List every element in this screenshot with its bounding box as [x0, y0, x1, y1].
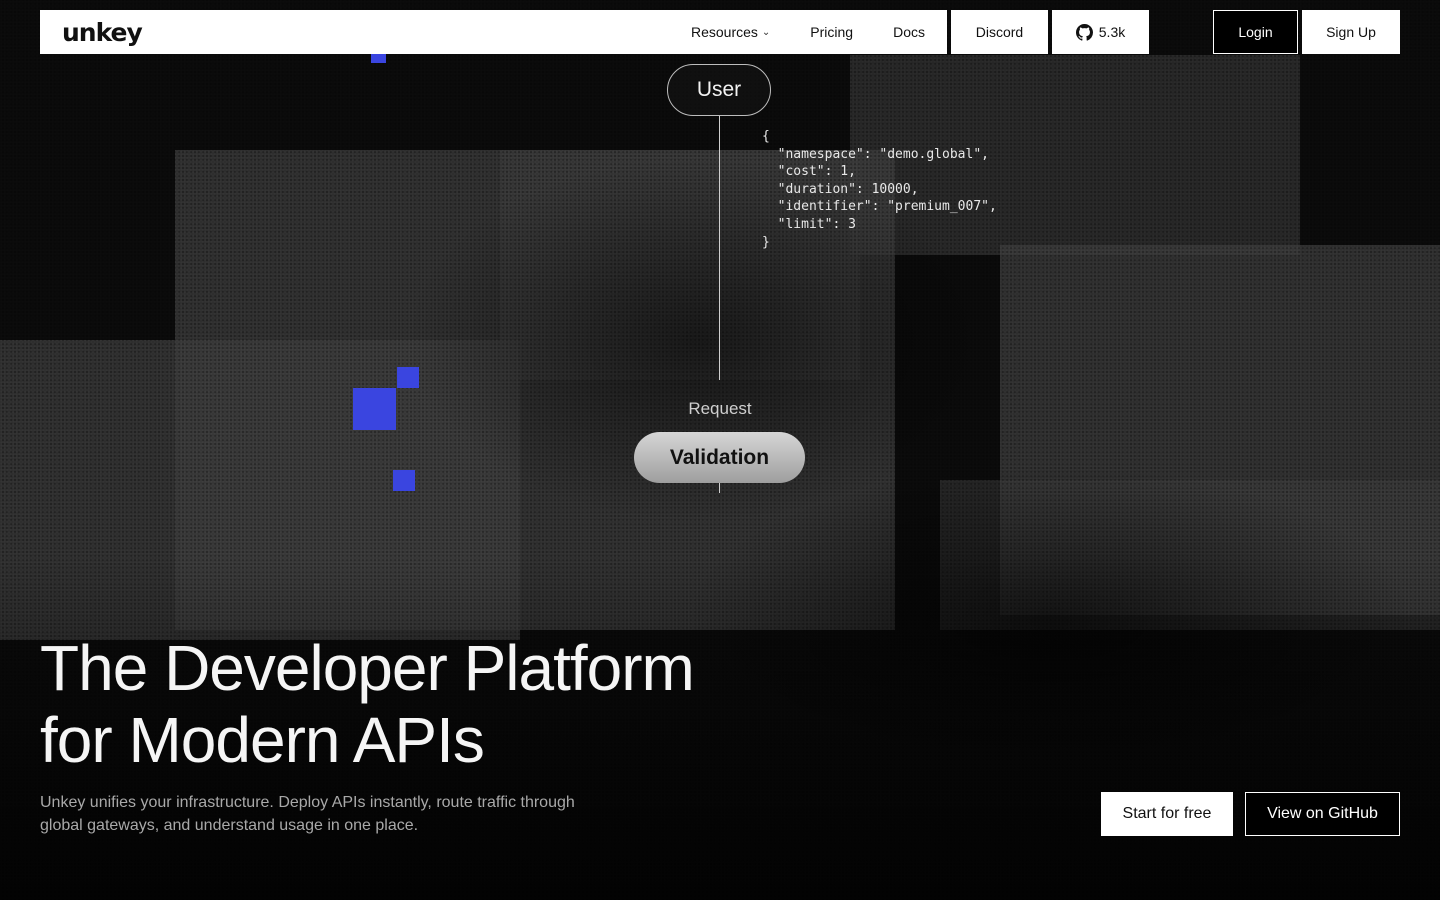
request-label: Request — [688, 399, 752, 418]
blue-accent-square — [397, 367, 419, 388]
signup-button[interactable]: Sign Up — [1302, 10, 1400, 54]
connector-line — [719, 116, 720, 380]
background-block — [0, 340, 520, 640]
discord-button[interactable]: Discord — [951, 10, 1048, 54]
start-for-free-button[interactable]: Start for free — [1101, 792, 1233, 836]
hero-section: unkey Resources ⌄ Pricing Docs Discord 5… — [0, 0, 1440, 900]
request-json-code: { "namespace": "demo.global", "cost": 1,… — [762, 129, 997, 250]
nav-link-label: Resources — [690, 24, 758, 40]
top-navigation: unkey Resources ⌄ Pricing Docs Discord 5… — [40, 10, 1400, 54]
nav-link-docs[interactable]: Docs — [893, 24, 925, 40]
github-stars-button[interactable]: 5.3k — [1052, 10, 1149, 54]
view-on-github-button[interactable]: View on GitHub — [1245, 792, 1400, 836]
login-button[interactable]: Login — [1213, 10, 1298, 54]
nav-link-pricing[interactable]: Pricing — [810, 24, 853, 40]
blue-accent-square — [371, 54, 386, 63]
unkey-logo[interactable]: unkey — [62, 18, 143, 47]
hero-headline: The Developer Platform for Modern APIs — [40, 632, 695, 776]
nav-links: Resources ⌄ Pricing Docs — [691, 24, 925, 40]
validation-node: Validation — [634, 432, 805, 483]
headline-line-1: The Developer Platform — [40, 632, 695, 704]
background-block — [940, 480, 1440, 630]
blue-accent-square — [393, 470, 415, 491]
hero-subtext: Unkey unifies your infrastructure. Deplo… — [40, 794, 575, 834]
headline-line-2: for Modern APIs — [40, 704, 485, 776]
nav-link-resources[interactable]: Resources ⌄ — [691, 24, 770, 40]
nav-main-bar: unkey Resources ⌄ Pricing Docs — [40, 10, 947, 54]
chevron-down-icon: ⌄ — [761, 26, 771, 38]
github-stars-count: 5.3k — [1098, 24, 1126, 40]
blue-accent-square — [353, 388, 396, 430]
user-node: User — [667, 64, 771, 116]
connector-line-bottom — [719, 483, 720, 493]
github-icon — [1075, 23, 1093, 41]
